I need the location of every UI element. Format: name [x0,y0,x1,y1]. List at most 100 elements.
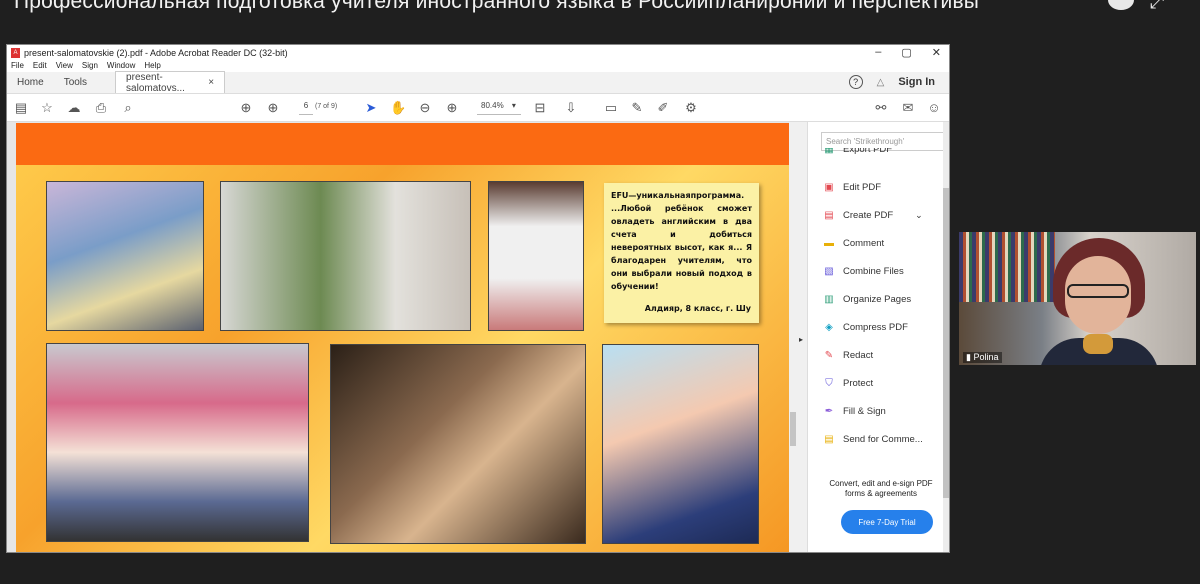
redact-icon: ✎ [824,349,834,361]
tool-compress-pdf[interactable]: ◈ Compress PDF [822,320,908,334]
tool-fill-sign[interactable]: ✒ Fill & Sign [822,404,886,418]
tool-combine-files[interactable]: ▧ Combine Files [822,264,904,278]
zoom-out-icon[interactable]: ⊖ [417,100,433,116]
maximize-button[interactable]: ▢ [901,46,911,59]
tool-label: Comment [843,237,885,249]
photo-laughing-boy [330,344,586,544]
save-icon[interactable]: ▤ [13,100,29,116]
search-icon[interactable]: ⌕ [120,100,136,116]
combine-files-icon: ▧ [824,265,834,277]
notifications-icon[interactable]: △ [877,77,885,88]
sign-in-button[interactable]: Sign In [898,76,935,88]
hand-tool-icon[interactable]: ✋ [390,100,406,116]
photo-class-group [46,343,309,542]
draw-icon[interactable]: ✐ [655,100,671,116]
organize-pages-icon: ▥ [824,293,834,305]
photo-boy-glasses [602,344,759,544]
stamp-icon[interactable]: ⚙ [683,100,699,116]
tool-label: Send for Comme... [843,433,923,445]
help-icon[interactable]: ? [848,75,863,89]
tools-pane-scroll-thumb[interactable] [943,188,949,498]
expand-icon[interactable]: ⤢ [1150,0,1176,12]
scroll-mode-icon[interactable]: ⇩ [563,100,579,116]
chevron-down-icon: ▾ [511,101,516,110]
share-link-icon[interactable]: ⚯ [873,100,889,116]
tool-organize-pages[interactable]: ▥ Organize Pages [822,292,911,306]
scrollbar-thumb[interactable] [790,412,796,446]
quote-text: EFU—уникальнаяпрограмма. ...Любой ребёно… [611,191,752,291]
email-icon[interactable]: ✉ [900,100,916,116]
participant-name: ▮ Polina [963,352,1002,363]
tab-close-icon[interactable]: × [208,77,214,88]
meeting-title: Профессиональная подготовка учителя инос… [14,0,980,13]
edit-pdf-icon: ▣ [824,181,834,193]
quote-signature: Алдияр, 8 класс, г. Шу [644,304,751,313]
zoom-select[interactable]: 80.4% ▾ [477,101,521,115]
tool-comment[interactable]: ▬ Comment [822,236,884,250]
participant-avatar [1039,238,1159,365]
meeting-header: Профессиональная подготовка учителя инос… [0,0,1200,38]
photo-interview [220,181,471,331]
acrobat-logo-icon: A [11,48,20,58]
document-scrollbar[interactable] [789,122,797,552]
toolbar: ▤ ☆ ☁ ⎙ ⌕ ⊕ ⊕ 6 (7 of 9) ➤ ✋ ⊖ ⊕ 80.4% ▾… [7,94,949,122]
tool-label: Organize Pages [843,293,912,305]
next-page-icon[interactable]: ⊕ [265,100,281,116]
page-number-input[interactable]: 6 [299,101,313,115]
minimize-button[interactable]: – [875,46,881,59]
window-titlebar: A present-salomatovskie (2).pdf - Adobe … [7,45,949,61]
tool-label: Edit PDF [843,181,882,193]
upload-cloud-icon[interactable]: ☁ [66,100,82,116]
participant-name-label: Polina [973,352,999,362]
chevron-down-icon[interactable]: ⌄ [915,210,923,221]
collapse-pane-icon[interactable]: ▸ [799,335,803,344]
comment-icon: ▬ [824,237,834,249]
tool-edit-pdf[interactable]: ▣ Edit PDF [822,180,881,194]
tools-pane: Search 'Strikethrough' ▦ Export PDF ▣ Ed… [807,122,949,552]
select-cursor-icon[interactable]: ➤ [363,100,379,116]
document-area: EFU—уникальнаяпрограмма. ...Любой ребёно… [7,122,797,552]
page-count: (7 of 9) [315,103,338,110]
photo-boy-at-map [46,181,204,331]
tab-document-label: present-salomatovs... [126,71,185,94]
highlight-pen-icon[interactable]: ✎ [629,100,645,116]
create-pdf-icon: ▤ [824,209,834,221]
pdf-page: EFU—уникальнаяпрограмма. ...Любой ребёно… [16,123,789,552]
tool-redact[interactable]: ✎ Redact [822,348,873,362]
tab-bar: Home Tools present-salomatovs... × ? △ S… [7,71,949,94]
tool-protect[interactable]: ⛉ Protect [822,376,873,390]
photo-girl-with-mask [488,181,584,331]
signal-icon: ▮ [966,352,971,362]
quote-note: EFU—уникальнаяпрограмма. ...Любой ребёно… [604,183,759,323]
tool-create-pdf[interactable]: ▤ Create PDF ⌄ [822,208,923,222]
tool-label: Create PDF [843,209,894,221]
window-title: present-salomatovskie (2).pdf - Adobe Ac… [24,48,288,58]
tab-document[interactable]: present-salomatovs... × [115,71,226,94]
close-button[interactable]: ✕ [932,46,941,59]
free-trial-button[interactable]: Free 7-Day Trial [841,510,933,534]
send-for-comment-icon: ▤ [824,433,834,445]
bookshelf-background [959,232,1055,302]
user-share-icon[interactable]: ☺ [926,100,942,115]
promo-text: Convert, edit and e-sign PDF forms & agr… [829,479,933,498]
tab-home[interactable]: Home [7,71,54,93]
fill-sign-icon: ✒ [824,405,834,417]
page-header-band [16,123,789,165]
acrobat-window: A present-salomatovskie (2).pdf - Adobe … [6,44,950,553]
tool-label: Compress PDF [843,321,908,333]
bookmark-star-icon[interactable]: ☆ [39,100,55,116]
zoom-value: 80.4% [481,101,504,110]
meeting-control-button[interactable] [1108,0,1134,10]
print-icon[interactable]: ⎙ [93,100,109,116]
page-display-icon[interactable]: ⊟ [532,100,548,116]
zoom-in-icon[interactable]: ⊕ [444,100,460,116]
comment-icon[interactable]: ▭ [603,100,619,116]
previous-page-icon[interactable]: ⊕ [238,100,254,116]
tool-send-for-comment[interactable]: ▤ Send for Comme... [822,432,923,446]
tab-tools[interactable]: Tools [54,71,97,93]
tool-label: Protect [843,377,874,389]
tool-label: Combine Files [843,265,904,277]
tools-pane-scrollbar[interactable] [943,122,949,552]
participant-video: ▮ Polina [959,232,1196,365]
tool-label: Redact [843,349,874,361]
